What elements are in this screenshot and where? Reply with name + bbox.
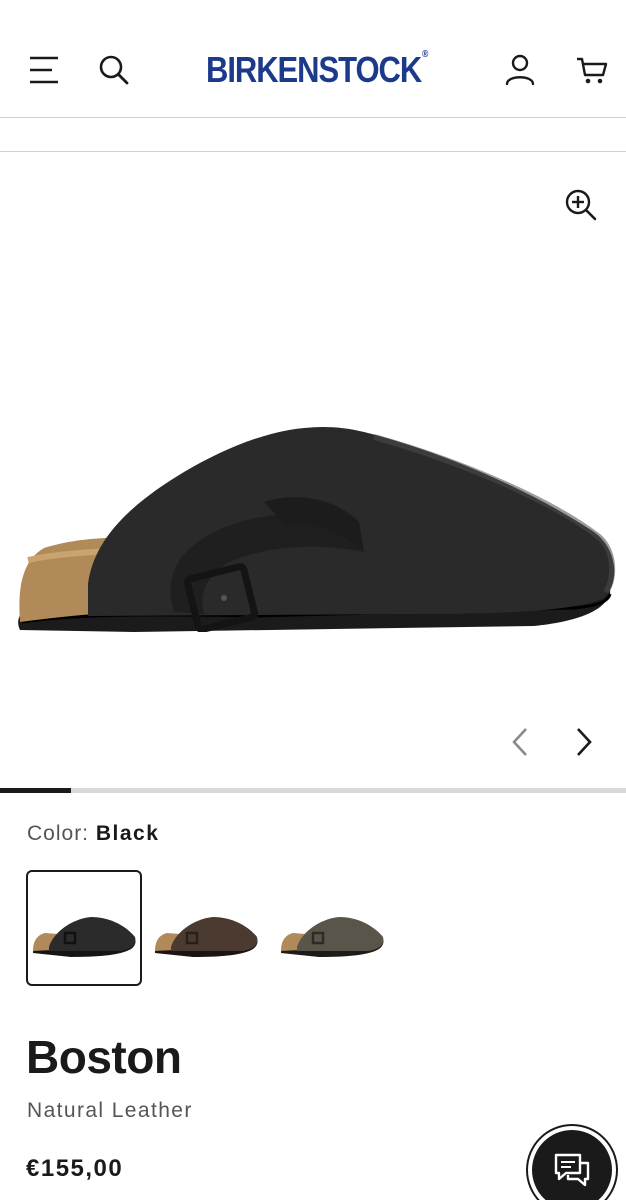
gallery-progress-bar: [0, 788, 626, 793]
swatch-image: [155, 917, 258, 957]
chat-button[interactable]: [532, 1130, 612, 1200]
color-swatch-iron[interactable]: [274, 870, 390, 986]
zoom-button[interactable]: [560, 184, 604, 228]
chat-icon: [554, 1153, 590, 1187]
gallery-progress-fill: [0, 788, 71, 793]
search-icon: [99, 55, 129, 85]
product-title: Boston: [26, 1031, 182, 1083]
brand-logo[interactable]: BIRKENSTOCK®: [204, 48, 430, 92]
menu-button[interactable]: [18, 44, 70, 96]
product-gallery: [0, 152, 626, 788]
search-button[interactable]: [88, 44, 140, 96]
account-button[interactable]: [494, 44, 546, 96]
registered-mark: ®: [422, 49, 428, 60]
next-image-button[interactable]: [564, 722, 604, 762]
zoom-in-icon: [565, 189, 597, 221]
product-image[interactable]: [14, 322, 618, 632]
cart-button[interactable]: [566, 44, 618, 96]
color-label: Color:: [27, 822, 90, 845]
chevron-left-icon: [512, 728, 527, 756]
color-swatch-habana[interactable]: [148, 870, 264, 986]
previous-image-button[interactable]: [500, 722, 540, 762]
color-swatch-black[interactable]: [26, 870, 142, 986]
product-material: Natural Leather: [27, 1099, 193, 1122]
product-price: €155,00: [26, 1155, 124, 1182]
breadcrumb-bar: [0, 118, 626, 152]
swatch-image: [281, 917, 384, 957]
swatch-image: [33, 917, 136, 957]
hamburger-menu-icon: [30, 56, 58, 84]
color-value: Black: [95, 822, 160, 845]
brand-name: BIRKENSTOCK: [206, 49, 422, 90]
site-header: BIRKENSTOCK®: [0, 0, 626, 118]
user-icon: [505, 54, 535, 86]
chevron-right-icon: [577, 728, 592, 756]
cart-icon: [577, 57, 608, 84]
color-label-line: Color: Black: [27, 822, 159, 846]
